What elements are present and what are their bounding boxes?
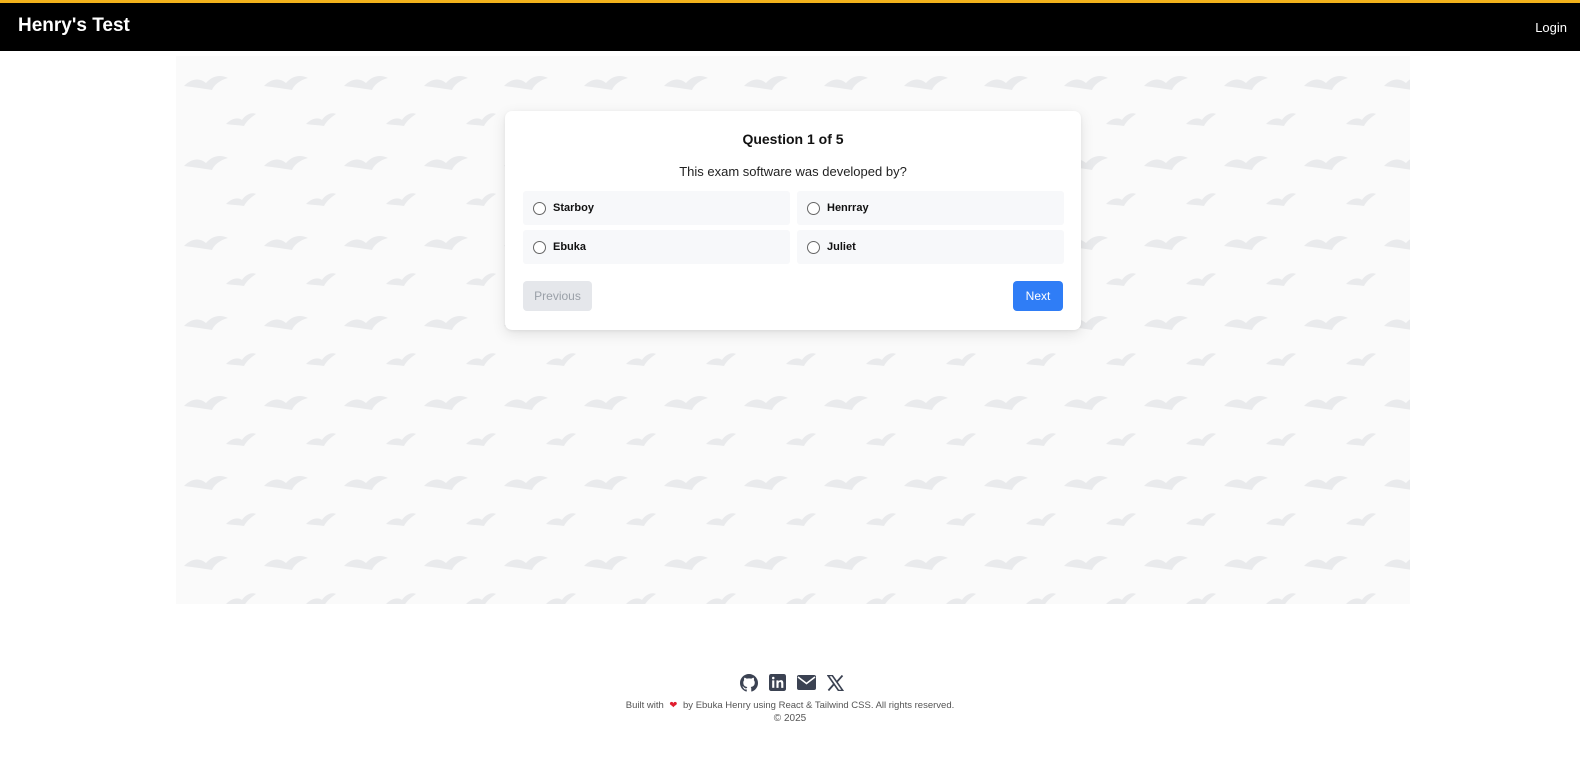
mail-icon[interactable] xyxy=(797,673,816,692)
radio-icon[interactable] xyxy=(533,240,546,254)
footer-built-suffix: by Ebuka Henry using React & Tailwind CS… xyxy=(683,700,955,711)
footer-credit: Built with ❤ by Ebuka Henry using React … xyxy=(0,700,1580,711)
radio-icon[interactable] xyxy=(807,240,820,254)
linkedin-icon[interactable] xyxy=(768,673,787,692)
question-card: Question 1 of 5 This exam software was d… xyxy=(505,111,1081,330)
github-icon[interactable] xyxy=(739,673,758,692)
top-navbar: Henry's Test Login xyxy=(0,0,1580,51)
option-label: Ebuka xyxy=(553,241,587,253)
question-text: This exam software was developed by? xyxy=(679,164,907,179)
option-label: Starboy xyxy=(553,202,594,214)
login-link[interactable]: Login xyxy=(1535,20,1567,35)
option-label: Juliet xyxy=(827,241,856,253)
question-counter: Question 1 of 5 xyxy=(742,131,844,147)
radio-icon[interactable] xyxy=(533,201,546,215)
footer-built-prefix: Built with xyxy=(625,700,664,711)
option-starboy[interactable]: Starboy xyxy=(523,191,790,225)
previous-button[interactable]: Previous xyxy=(523,281,592,311)
brand-title[interactable]: Henry's Test xyxy=(18,15,130,37)
option-ebuka[interactable]: Ebuka xyxy=(523,230,790,264)
heart-icon: ❤ xyxy=(669,700,678,711)
option-label: Henrray xyxy=(827,202,869,214)
x-icon[interactable] xyxy=(826,673,845,692)
footer-copyright: © 2025 xyxy=(773,713,807,724)
option-henrray[interactable]: Henrray xyxy=(797,191,1064,225)
radio-icon[interactable] xyxy=(807,201,820,215)
option-juliet[interactable]: Juliet xyxy=(797,230,1064,264)
next-button[interactable]: Next xyxy=(1013,281,1063,311)
social-links xyxy=(739,673,845,692)
